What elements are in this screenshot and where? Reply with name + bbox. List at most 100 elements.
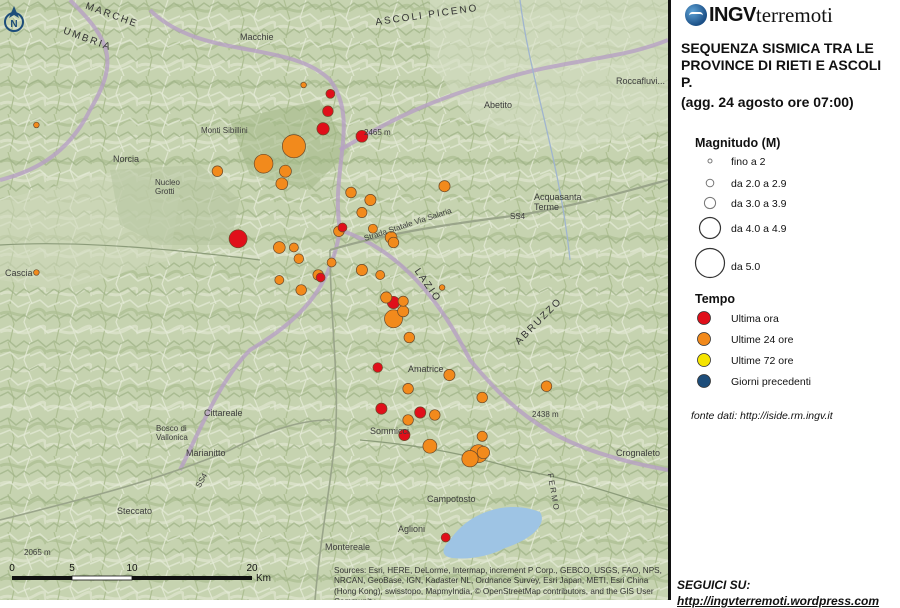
mag-symbol-4	[698, 216, 722, 240]
earthquake-marker-13[interactable]	[281, 134, 306, 159]
legend-mag-item-2: da 2.0 a 2.9	[731, 178, 787, 190]
earthquake-marker-9[interactable]	[414, 406, 427, 419]
label-sommicci: Sommicci	[370, 426, 410, 436]
label-cascia: Cascia	[5, 268, 33, 278]
label-campotosto: Campotosto	[427, 494, 476, 504]
earthquake-marker-1[interactable]	[322, 105, 334, 117]
label-norcia: Norcia	[113, 154, 140, 164]
earthquake-marker-53[interactable]	[33, 269, 40, 276]
label-macchie: Macchie	[240, 32, 274, 42]
mag-symbol-3	[703, 196, 717, 210]
earthquake-marker-40[interactable]	[443, 369, 456, 381]
earthquake-marker-24[interactable]	[273, 241, 286, 254]
earthquake-marker-33[interactable]	[380, 291, 393, 304]
label-montereale: Montereale	[325, 542, 371, 552]
time-symbol-last-hour	[697, 311, 711, 325]
blog-link[interactable]: http://ingvterremoti.wordpress.com	[677, 594, 879, 608]
scale-tick-0: 0	[9, 563, 15, 574]
legend-time-item-1: Ultima ora	[731, 313, 779, 325]
earthquake-marker-38[interactable]	[438, 180, 451, 193]
legend-mag-item-5: da 5.0	[731, 261, 761, 273]
earthquake-marker-30[interactable]	[375, 270, 386, 280]
legend-mag-item-4: da 4.0 a 4.9	[731, 223, 787, 235]
earthquake-marker-15[interactable]	[253, 153, 274, 174]
label-monti-sibillini: Monti Sibillini	[201, 126, 248, 135]
earthquake-marker-47[interactable]	[422, 438, 438, 454]
north-label: N	[10, 19, 17, 30]
earthquake-marker-34[interactable]	[397, 295, 409, 307]
label-aglioni: Aglioni	[398, 524, 426, 534]
label-cittareale: Cittareale	[204, 408, 243, 418]
label-roccafluvione: Roccafluvi...	[616, 76, 666, 86]
legend-mag-item-1: fino a 2	[731, 156, 766, 168]
earthquake-marker-54[interactable]	[33, 121, 40, 129]
mag-symbol-5	[694, 247, 726, 279]
map-canvas[interactable]: N 0 5 10 20 Km	[0, 0, 668, 600]
earthquake-marker-49[interactable]	[461, 450, 479, 468]
data-source: fonte dati: http://iside.rm.ingv.it	[691, 410, 833, 422]
earthquake-marker-5[interactable]	[315, 272, 326, 283]
earthquake-marker-43[interactable]	[540, 380, 553, 392]
time-symbol-previous-days	[697, 374, 711, 388]
earthquake-marker-32[interactable]	[295, 284, 307, 296]
earthquake-marker-12[interactable]	[337, 222, 348, 233]
earthquake-marker-19[interactable]	[356, 207, 368, 218]
map-title: SEQUENZA SISMICA TRA LE PROVINCE DI RIET…	[681, 40, 882, 90]
label-steccato: Steccato	[117, 506, 153, 516]
scale-tick-5: 5	[69, 563, 75, 574]
label-bosco: Bosco di Vallonica	[156, 424, 188, 442]
earthquake-marker-26[interactable]	[293, 253, 304, 264]
earthquake-marker-50[interactable]	[476, 445, 490, 460]
legend-time-item-3: Ultime 72 ore	[731, 355, 794, 367]
earthquake-marker-8[interactable]	[375, 402, 388, 415]
earthquake-marker-17[interactable]	[345, 186, 357, 199]
earthquake-marker-42[interactable]	[476, 391, 488, 404]
earthquake-marker-51[interactable]	[438, 284, 446, 291]
time-symbols	[697, 311, 711, 388]
earthquake-marker-46[interactable]	[476, 430, 488, 442]
mag-symbol-lt2	[707, 158, 713, 164]
earthquake-marker-18[interactable]	[364, 194, 377, 206]
earthquake-marker-4[interactable]	[228, 229, 248, 249]
earthquake-marker-25[interactable]	[289, 242, 299, 253]
earthquake-marker-41[interactable]	[402, 383, 414, 395]
label-ss4-east: SS4	[510, 212, 526, 221]
label-abetito: Abetito	[484, 100, 513, 110]
label-acquasanta: Acquasanta Terme	[534, 192, 582, 212]
earthquake-marker-52[interactable]	[300, 81, 307, 89]
legend-time-item-4: Giorni precedenti	[731, 376, 811, 388]
earthquake-marker-11[interactable]	[440, 532, 451, 543]
earthquake-marker-23[interactable]	[387, 236, 400, 249]
earthquake-marker-45[interactable]	[402, 414, 414, 426]
map-subtitle: (agg. 24 agosto ore 07:00)	[681, 94, 854, 110]
time-symbol-24h	[697, 332, 711, 346]
earthquake-marker-16[interactable]	[275, 177, 289, 190]
time-symbol-72h	[697, 353, 711, 367]
earthquake-marker-28[interactable]	[355, 264, 368, 276]
earthquake-marker-44[interactable]	[429, 409, 441, 421]
scale-unit: Km	[256, 573, 271, 584]
earthquake-marker-39[interactable]	[211, 165, 224, 177]
logo-text-ingv: INGV	[709, 3, 756, 26]
logo-text-terremoti: terremoti	[755, 2, 833, 27]
label-marianitto: Marianitto	[186, 448, 226, 458]
earthquake-marker-0[interactable]	[316, 122, 330, 136]
earthquake-marker-37[interactable]	[403, 331, 415, 344]
label-peak-2065: 2065 m	[24, 548, 51, 557]
earthquake-marker-14[interactable]	[279, 164, 292, 178]
legend-time-item-2: Ultime 24 ore	[731, 334, 794, 346]
earthquake-marker-7[interactable]	[372, 362, 383, 373]
legend-magnitude-heading: Magnitudo (M)	[695, 136, 781, 150]
follow-label: SEGUICI SU:	[677, 578, 751, 592]
map-area[interactable]: N 0 5 10 20 Km MARCHE UMBRIA ASCOLI PICE…	[0, 0, 668, 600]
scale-tick-10: 10	[126, 563, 138, 574]
earthquake-marker-31[interactable]	[274, 275, 285, 285]
ingv-logo: INGV terremoti	[685, 2, 833, 28]
earthquake-marker-3[interactable]	[325, 88, 336, 99]
label-peak-2465: 2465 m	[364, 128, 391, 137]
legend-time-heading: Tempo	[695, 292, 736, 306]
legend-mag-item-3: da 3.0 a 3.9	[731, 198, 787, 210]
earthquake-marker-27[interactable]	[326, 257, 337, 268]
label-peak-2438: 2438 m	[532, 410, 559, 419]
earthquake-marker-35[interactable]	[397, 305, 410, 318]
